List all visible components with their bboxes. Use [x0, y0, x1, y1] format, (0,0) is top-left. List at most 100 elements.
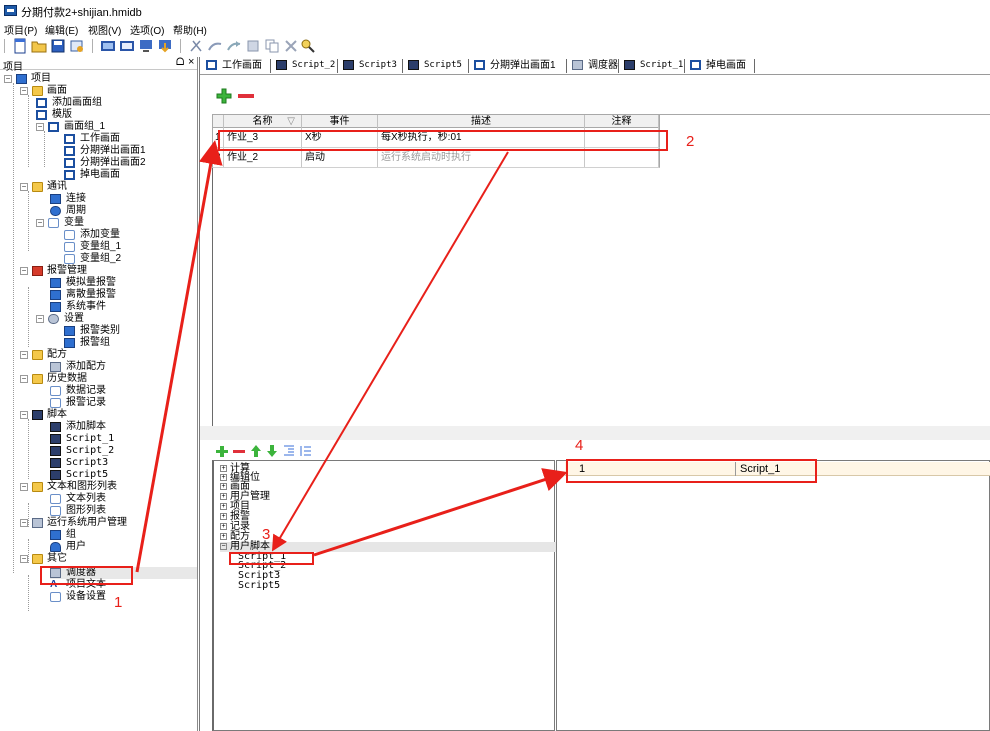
tree-node-script3[interactable]: Script3	[50, 457, 194, 469]
tree-node-variable-group-1[interactable]: 变量组_1	[64, 241, 194, 253]
tree-node-data-logs[interactable]: 数据记录	[50, 385, 194, 397]
indent-icon[interactable]	[283, 444, 295, 458]
tab-script-1[interactable]: Script_1	[624, 59, 686, 73]
tree-node-connection[interactable]: 连接	[50, 193, 194, 205]
tree-node-scripts[interactable]: − 脚本	[20, 409, 194, 421]
close-icon[interactable]: ×	[188, 56, 194, 68]
simulate-icon[interactable]	[138, 38, 154, 54]
move-up-icon[interactable]	[250, 444, 262, 458]
tree-node-system-events[interactable]: 系统事件	[50, 301, 194, 313]
tree-node-recipes[interactable]: − 配方	[20, 349, 194, 361]
undo-icon[interactable]	[245, 38, 261, 54]
toolbar	[0, 36, 990, 56]
script-icon	[343, 60, 354, 70]
row-number-header	[213, 115, 224, 128]
column-header-name[interactable]: 名称 ▽	[224, 115, 302, 128]
tree-node-alarm-management[interactable]: − 报警管理	[20, 265, 194, 277]
tab-work-screen[interactable]: 工作画面	[206, 59, 268, 73]
column-header-note[interactable]: 注释	[585, 115, 659, 128]
screen-icon	[206, 60, 217, 70]
menu-options[interactable]: 选项(O)	[130, 22, 164, 37]
window-title: 分期付款2+shijian.hmidb	[21, 7, 142, 19]
tree-node-historical-data[interactable]: − 历史数据	[20, 373, 194, 385]
find-icon[interactable]	[300, 38, 316, 54]
tree-node-alarm-classes[interactable]: 报警类别	[64, 325, 194, 337]
add-function-icon[interactable]	[216, 444, 228, 458]
new-file-icon[interactable]	[12, 38, 28, 54]
tree-node-popup-screen-1[interactable]: 分期弹出画面1	[64, 145, 194, 157]
tree-node-script-1[interactable]: Script_1	[50, 433, 194, 445]
upload-icon[interactable]	[119, 38, 135, 54]
tab-scheduler[interactable]: 调度器	[572, 59, 620, 73]
annotation-number-4: 4	[575, 437, 584, 454]
tree-node-groups[interactable]: 组	[50, 529, 194, 541]
tab-popup-screen-1[interactable]: 分期弹出画面1	[474, 59, 564, 73]
menu-view[interactable]: 视图(V)	[88, 22, 121, 37]
redo-icon[interactable]	[264, 38, 280, 54]
outdent-icon[interactable]	[300, 444, 312, 458]
table-row[interactable]: 2 作业_2 启动 运行系统启动时执行	[212, 148, 660, 168]
system-function-tree: + 计算 + 编辑位 + 画面 + 用户管理 + 项目 + 报警 + 记录 + 配方 − 用户脚本…	[212, 460, 556, 731]
tree-node-alarm-groups[interactable]: 报警组	[64, 337, 194, 349]
tree-node-text-lists[interactable]: 文本列表	[50, 493, 194, 505]
tree-node-alarm-logs[interactable]: 报警记录	[50, 397, 194, 409]
screen-icon	[690, 60, 701, 70]
save-icon[interactable]	[50, 38, 66, 54]
remove-function-icon[interactable]	[233, 444, 245, 458]
add-task-button[interactable]	[216, 88, 232, 104]
tree-node-users[interactable]: 用户	[50, 541, 194, 553]
tree-node-add-script[interactable]: 添加脚本	[50, 421, 194, 433]
compile-icon[interactable]	[69, 38, 85, 54]
tree-node-communication[interactable]: − 通讯	[20, 181, 194, 193]
copy-icon[interactable]	[207, 38, 223, 54]
delete-icon[interactable]	[283, 38, 299, 54]
paste-icon[interactable]	[226, 38, 242, 54]
tree-node-other[interactable]: − 其它	[20, 553, 194, 565]
cut-icon[interactable]	[188, 38, 204, 54]
menu-project[interactable]: 项目(P)	[4, 22, 37, 37]
tree-node-discrete-alarms[interactable]: 离散量报警	[50, 289, 194, 301]
user-script-script5[interactable]: Script5	[238, 581, 280, 591]
tab-script5[interactable]: Script5	[408, 59, 466, 73]
tree-node-analog-alarms[interactable]: 模拟量报警	[50, 277, 194, 289]
script-icon	[408, 60, 419, 70]
tree-node-graphic-lists[interactable]: 图形列表	[50, 505, 194, 517]
download-icon[interactable]	[100, 38, 116, 54]
column-header-description[interactable]: 描述	[378, 115, 585, 128]
tree-node-screens[interactable]: − 画面	[20, 85, 194, 97]
tree-guide	[28, 95, 29, 167]
tree-node-cycle[interactable]: 周期	[50, 205, 194, 217]
tree-node-variable-group-2[interactable]: 变量组_2	[64, 253, 194, 265]
tab-power-off-screen[interactable]: 掉电画面	[690, 59, 754, 73]
transfer-icon[interactable]	[157, 38, 173, 54]
menu-help[interactable]: 帮助(H)	[173, 22, 207, 37]
tree-node-add-screen-group[interactable]: 添加画面组	[36, 97, 194, 109]
tree-node-popup-screen-2[interactable]: 分期弹出画面2	[64, 157, 194, 169]
tree-node-add-variable[interactable]: 添加变量	[64, 229, 194, 241]
open-folder-icon[interactable]	[31, 38, 47, 54]
pane-splitter[interactable]	[200, 426, 990, 440]
annotation-number-3: 3	[262, 526, 271, 543]
tree-node-variables[interactable]: − 变量	[36, 217, 194, 229]
tree-node-script5[interactable]: Script5	[50, 469, 194, 481]
menu-edit[interactable]: 编辑(E)	[45, 22, 78, 37]
tab-script3[interactable]: Script3	[343, 59, 399, 73]
tree-node-template[interactable]: 模版	[36, 109, 194, 121]
tree-guide	[13, 83, 14, 573]
tree-node-script-2[interactable]: Script_2	[50, 445, 194, 457]
tree-node-power-off-screen[interactable]: 掉电画面	[64, 169, 194, 181]
pin-icon[interactable]: ᗝ	[176, 57, 184, 68]
tree-node-add-recipe[interactable]: 添加配方	[50, 361, 194, 373]
remove-task-button[interactable]	[238, 94, 254, 98]
tab-script-2[interactable]: Script_2	[276, 59, 335, 73]
tree-node-runtime-user-admin[interactable]: − 运行系统用户管理	[20, 517, 194, 529]
function-list-toolbar	[216, 444, 336, 460]
move-down-icon[interactable]	[266, 444, 278, 458]
tree-node-alarm-settings[interactable]: − 设置	[36, 313, 194, 325]
column-header-event[interactable]: 事件	[302, 115, 378, 128]
tree-node-screen-group-1[interactable]: − 画面组_1	[36, 121, 194, 133]
tree-node-work-screen[interactable]: 工作画面	[64, 133, 194, 145]
tree-node-project[interactable]: − 项目	[4, 73, 194, 85]
tree-node-text-graphic-lists[interactable]: − 文本和图形列表	[20, 481, 194, 493]
app-icon	[4, 5, 17, 16]
